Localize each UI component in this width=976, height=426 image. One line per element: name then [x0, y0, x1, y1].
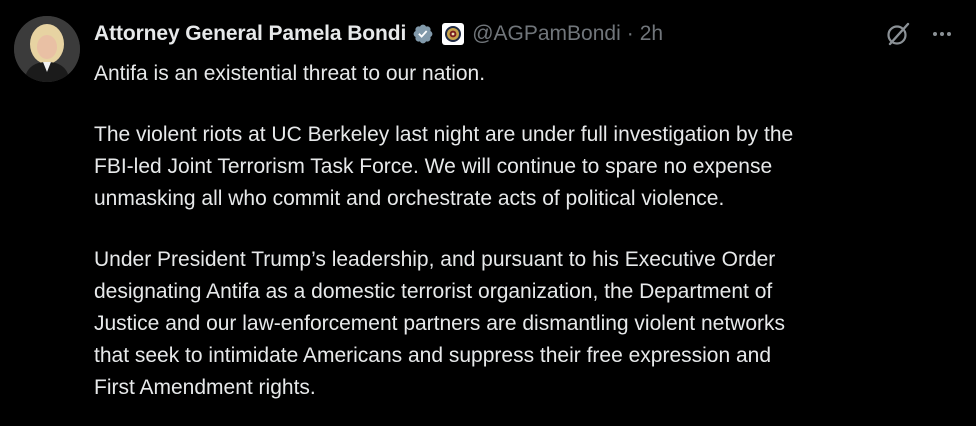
doj-seal-icon[interactable]: [442, 23, 465, 45]
tweet-paragraph: Under President Trump’s leadership, and …: [94, 248, 786, 399]
tweet-paragraph: Antifa is an existential threat to our n…: [94, 62, 486, 85]
avatar-image: [14, 16, 80, 82]
more-options-icon[interactable]: [930, 22, 954, 46]
tweet-actions: [884, 20, 954, 48]
avatar[interactable]: [14, 16, 80, 82]
author-display-name[interactable]: Attorney General Pamela Bondi: [94, 22, 406, 46]
tweet-timestamp[interactable]: 2h: [640, 22, 663, 46]
verified-badge-icon[interactable]: [412, 23, 434, 45]
tweet-paragraph: The violent riots at UC Berkeley last ni…: [94, 123, 794, 210]
tweet-text: Antifa is an existential threat to our n…: [94, 58, 954, 404]
tweet-header: Attorney General Pamela Bondi @AGPamBond…: [94, 18, 663, 50]
grok-icon[interactable]: [884, 20, 912, 48]
tweet[interactable]: Attorney General Pamela Bondi @AGPamBond…: [0, 0, 976, 426]
header-separator: ·: [626, 22, 634, 45]
author-handle[interactable]: @AGPamBondi: [472, 22, 621, 46]
